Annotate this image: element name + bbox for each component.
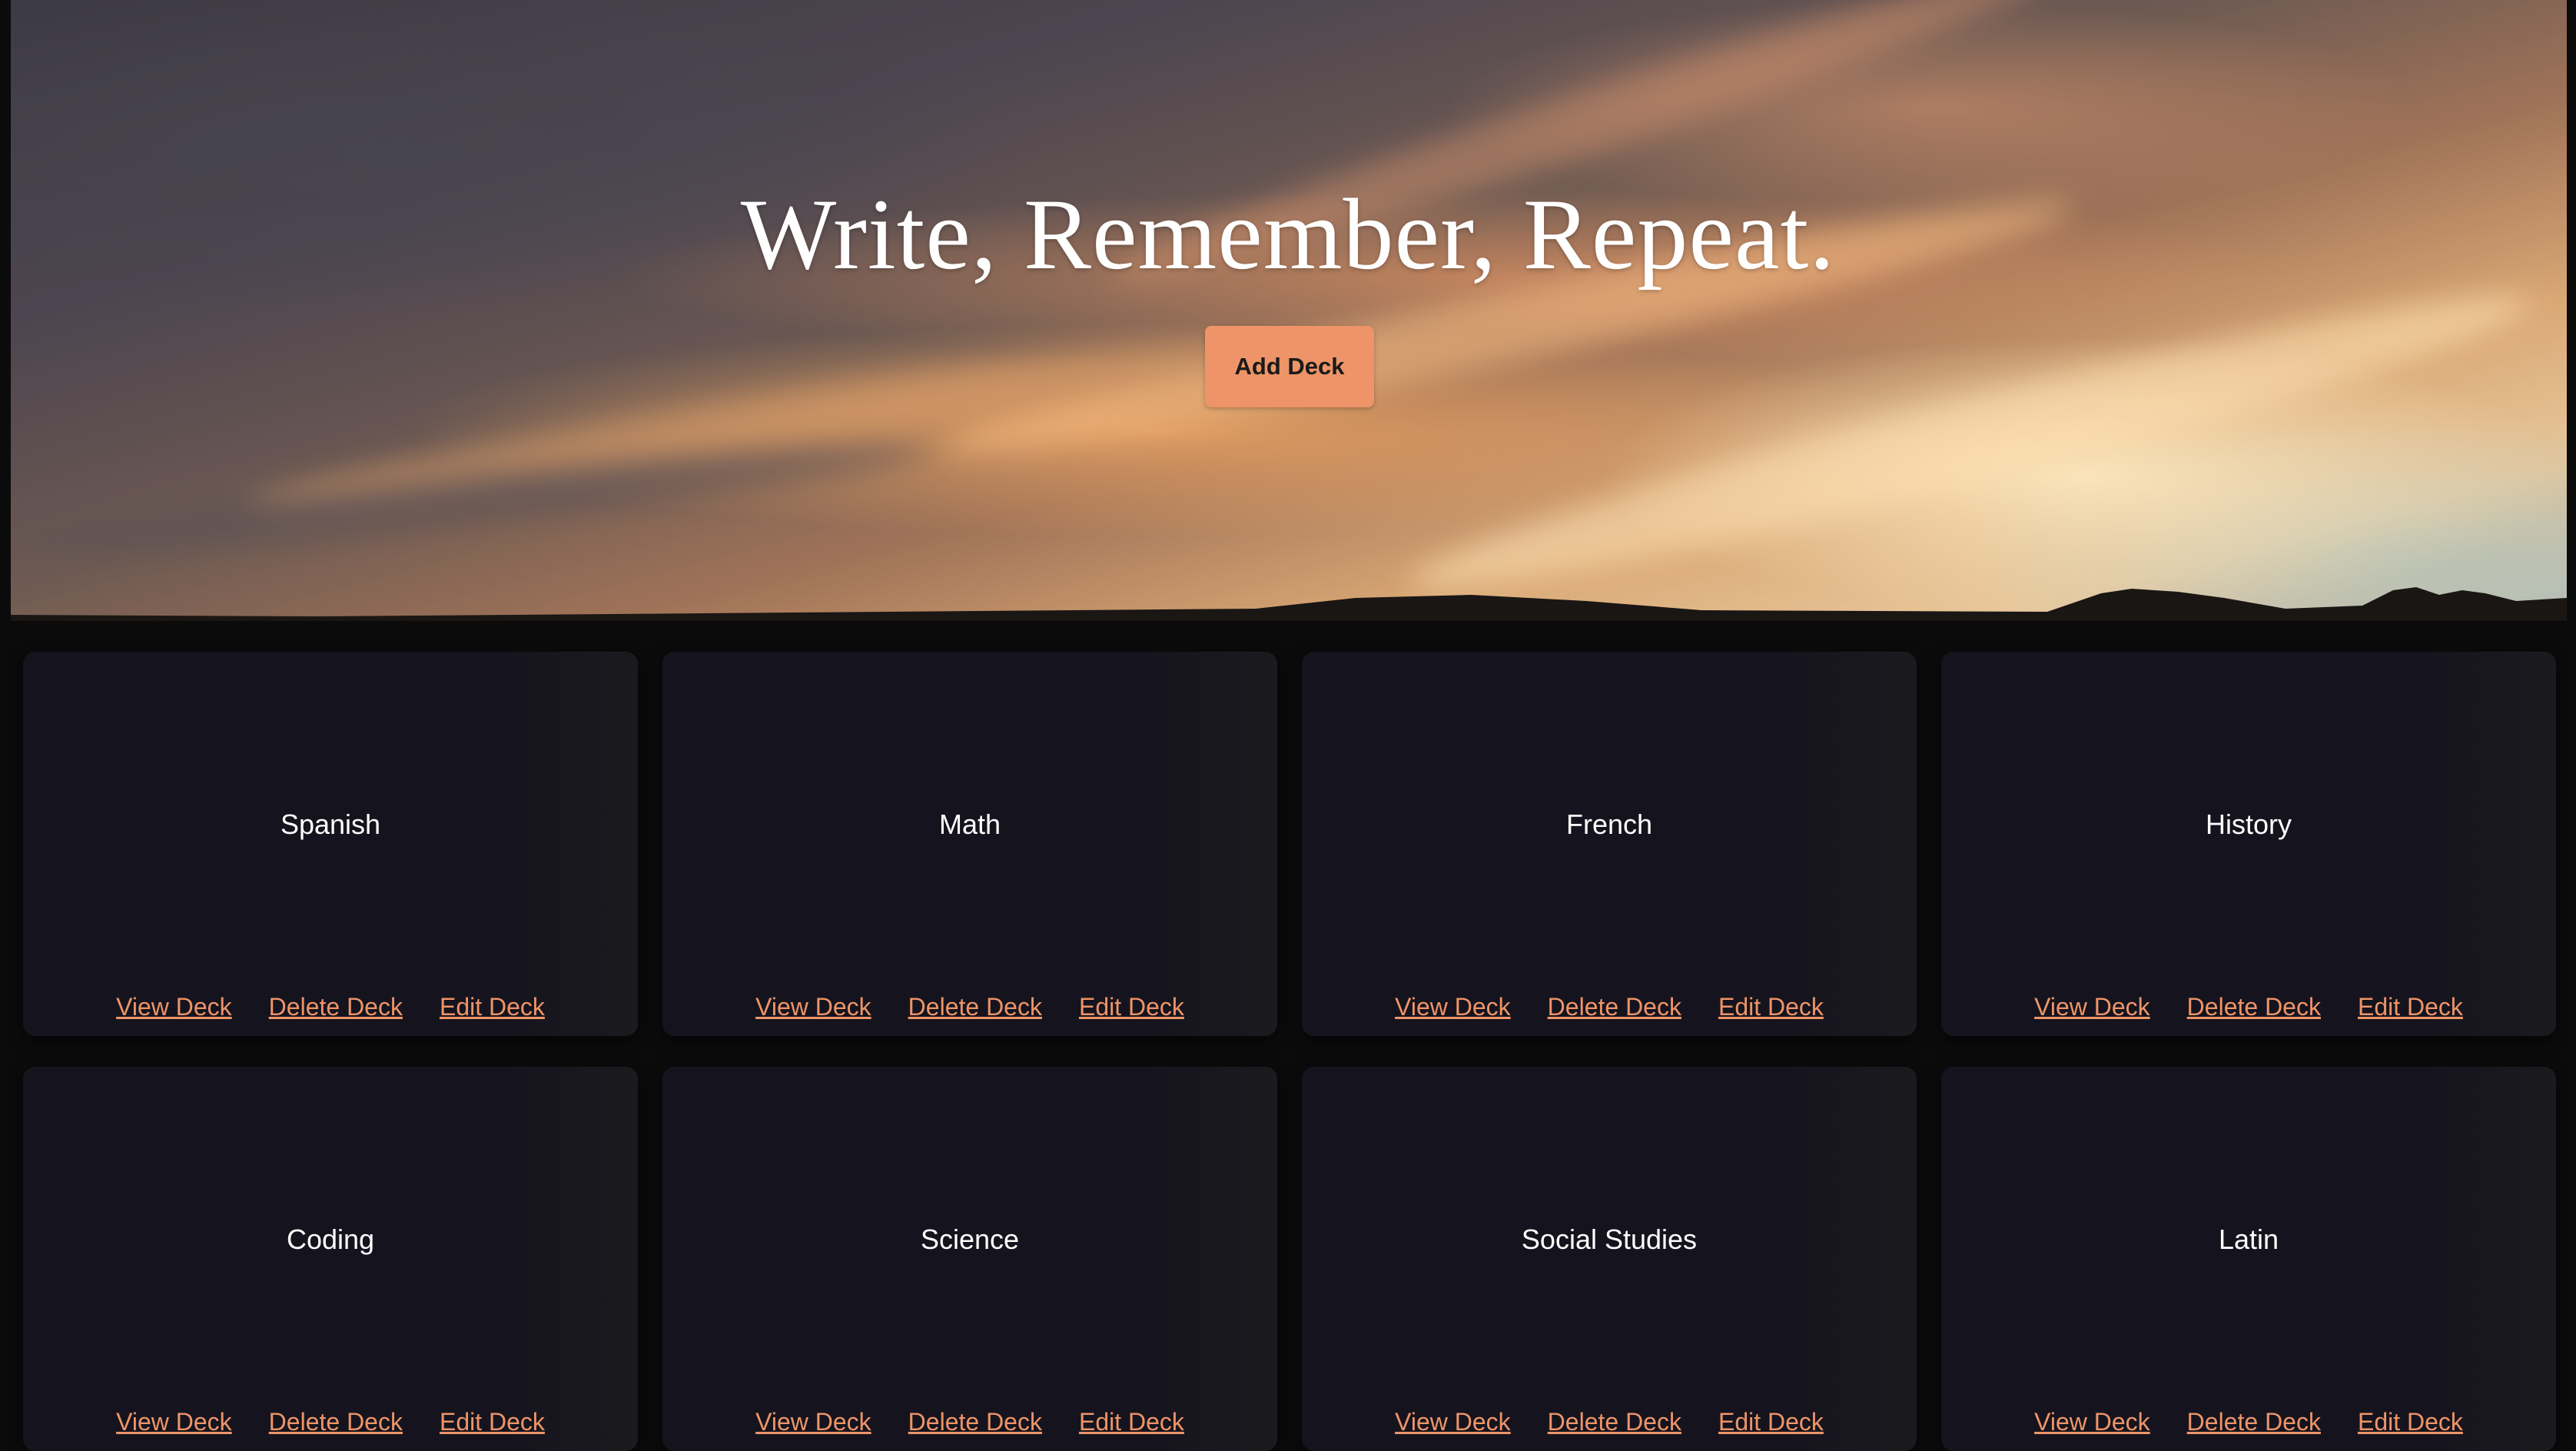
deck-grid: Spanish View Deck Delete Deck Edit Deck …: [23, 652, 2558, 1451]
deck-title: Math: [938, 809, 1001, 840]
deck-title: French: [1565, 809, 1653, 840]
edit-deck-link[interactable]: Edit Deck: [1079, 993, 1184, 1021]
hero-banner: [11, 0, 2567, 621]
view-deck-link[interactable]: View Deck: [116, 1408, 232, 1436]
deck-actions: View Deck Delete Deck Edit Deck: [662, 1408, 1277, 1436]
deck-actions: View Deck Delete Deck Edit Deck: [1302, 993, 1917, 1021]
deck-actions: View Deck Delete Deck Edit Deck: [1302, 1408, 1917, 1436]
view-deck-link[interactable]: View Deck: [755, 1408, 871, 1436]
view-deck-link[interactable]: View Deck: [1395, 1408, 1511, 1436]
deck-title: Coding: [286, 1224, 375, 1255]
edit-deck-link[interactable]: Edit Deck: [1718, 1408, 1824, 1436]
deck-card: Math View Deck Delete Deck Edit Deck: [662, 652, 1277, 1036]
delete-deck-link[interactable]: Delete Deck: [908, 993, 1042, 1021]
edit-deck-link[interactable]: Edit Deck: [440, 1408, 545, 1436]
view-deck-link[interactable]: View Deck: [755, 993, 871, 1021]
deck-card: Latin View Deck Delete Deck Edit Deck: [1941, 1067, 2556, 1451]
delete-deck-link[interactable]: Delete Deck: [2187, 993, 2321, 1021]
deck-card: French View Deck Delete Deck Edit Deck: [1302, 652, 1917, 1036]
delete-deck-link[interactable]: Delete Deck: [1548, 993, 1681, 1021]
treeline-silhouette: [11, 587, 2567, 621]
delete-deck-link[interactable]: Delete Deck: [269, 993, 403, 1021]
deck-title: Social Studies: [1521, 1224, 1698, 1255]
view-deck-link[interactable]: View Deck: [116, 993, 232, 1021]
view-deck-link[interactable]: View Deck: [2034, 1408, 2150, 1436]
deck-actions: View Deck Delete Deck Edit Deck: [23, 1408, 638, 1436]
hero-title: Write, Remember, Repeat.: [740, 178, 1836, 291]
delete-deck-link[interactable]: Delete Deck: [908, 1408, 1042, 1436]
deck-actions: View Deck Delete Deck Edit Deck: [662, 993, 1277, 1021]
deck-actions: View Deck Delete Deck Edit Deck: [1941, 993, 2556, 1021]
delete-deck-link[interactable]: Delete Deck: [269, 1408, 403, 1436]
add-deck-button[interactable]: Add Deck: [1205, 326, 1374, 407]
deck-actions: View Deck Delete Deck Edit Deck: [1941, 1408, 2556, 1436]
edit-deck-link[interactable]: Edit Deck: [2358, 1408, 2463, 1436]
deck-card: Coding View Deck Delete Deck Edit Deck: [23, 1067, 638, 1451]
view-deck-link[interactable]: View Deck: [1395, 993, 1511, 1021]
deck-card: Spanish View Deck Delete Deck Edit Deck: [23, 652, 638, 1036]
edit-deck-link[interactable]: Edit Deck: [1718, 993, 1824, 1021]
deck-actions: View Deck Delete Deck Edit Deck: [23, 993, 638, 1021]
deck-title: Latin: [2218, 1224, 2279, 1255]
deck-title: History: [2205, 809, 2292, 840]
edit-deck-link[interactable]: Edit Deck: [1079, 1408, 1184, 1436]
edit-deck-link[interactable]: Edit Deck: [440, 993, 545, 1021]
delete-deck-link[interactable]: Delete Deck: [1548, 1408, 1681, 1436]
deck-title: Science: [920, 1224, 1020, 1255]
delete-deck-link[interactable]: Delete Deck: [2187, 1408, 2321, 1436]
deck-card: Science View Deck Delete Deck Edit Deck: [662, 1067, 1277, 1451]
view-deck-link[interactable]: View Deck: [2034, 993, 2150, 1021]
deck-card: History View Deck Delete Deck Edit Deck: [1941, 652, 2556, 1036]
deck-title: Spanish: [280, 809, 381, 840]
deck-card: Social Studies View Deck Delete Deck Edi…: [1302, 1067, 1917, 1451]
edit-deck-link[interactable]: Edit Deck: [2358, 993, 2463, 1021]
